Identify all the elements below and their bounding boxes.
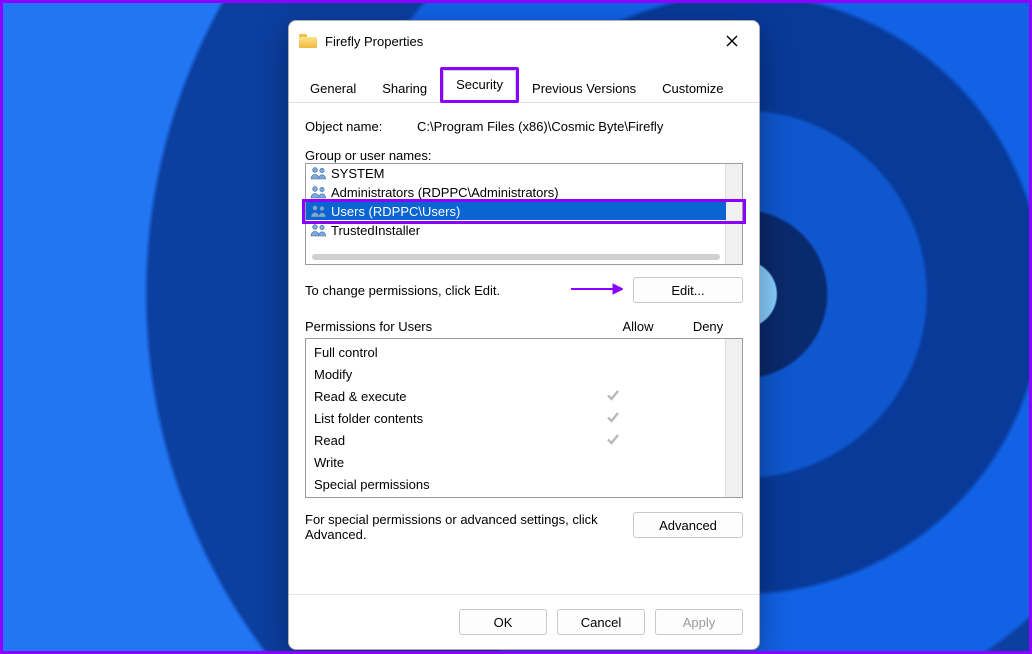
close-button[interactable] [713,26,751,56]
window-title: Firefly Properties [325,34,423,49]
groups-scrollbar[interactable] [725,164,742,264]
permission-row: Read & execute [306,385,726,407]
permissions-scrollbar[interactable] [725,339,742,497]
folder-icon [299,34,317,48]
group-item[interactable]: Users (RDPPC\Users) [306,202,726,220]
group-item-label: SYSTEM [331,166,384,181]
users-icon [310,223,328,237]
permissions-title: Permissions for Users [305,319,603,334]
deny-header: Deny [673,319,743,334]
groups-listbox[interactable]: SYSTEM Administrators (RDPPC\Administrato… [305,163,743,265]
groups-label: Group or user names: [305,148,743,163]
close-icon [726,35,738,47]
permission-name: Full control [314,345,578,360]
permission-name: Special permissions [314,477,578,492]
properties-dialog: Firefly Properties General Sharing Secur… [288,20,760,650]
highlight-security-tab: Security [440,67,519,103]
edit-button[interactable]: Edit... [633,277,743,303]
group-item-label: TrustedInstaller [331,223,420,238]
permissions-listbox[interactable]: Full control Modify Read & execute List fol… [305,338,743,498]
permission-row: Modify [306,363,726,385]
object-name-label: Object name: [305,119,417,134]
permission-name: List folder contents [314,411,578,426]
annotation-arrow-icon [569,282,623,299]
tab-customize[interactable]: Customize [649,74,736,103]
dialog-footer: OK Cancel Apply [289,594,759,649]
permission-name: Modify [314,367,578,382]
users-icon [310,185,328,199]
advanced-hint: For special permissions or advanced sett… [305,512,633,542]
permission-row: Special permissions [306,473,726,495]
titlebar: Firefly Properties [289,21,759,61]
permission-name: Write [314,455,578,470]
permission-allow [578,431,648,450]
checkmark-icon [605,391,621,406]
permissions-header: Permissions for Users Allow Deny [305,319,743,334]
permission-row: Full control [306,341,726,363]
tab-general[interactable]: General [297,74,369,103]
ok-button[interactable]: OK [459,609,547,635]
permission-row: Read [306,429,726,451]
group-item-label: Users (RDPPC\Users) [331,204,460,219]
permission-name: Read [314,433,578,448]
object-name-value: C:\Program Files (x86)\Cosmic Byte\Firef… [417,119,663,134]
checkmark-icon [605,413,621,428]
users-icon [310,166,328,180]
cancel-button[interactable]: Cancel [557,609,645,635]
group-item-label: Administrators (RDPPC\Administrators) [331,185,559,200]
tab-content: Object name: C:\Program Files (x86)\Cosm… [289,103,759,582]
apply-button[interactable]: Apply [655,609,743,635]
permission-row: Write [306,451,726,473]
groups-hscrollbar[interactable] [312,254,720,260]
permission-allow [578,409,648,428]
tab-security[interactable]: Security [443,70,516,100]
permission-allow [578,387,648,406]
users-icon [310,204,328,218]
tab-strip: General Sharing Security Previous Versio… [289,61,759,103]
tab-previous-versions[interactable]: Previous Versions [519,74,649,103]
group-item[interactable]: SYSTEM [306,164,726,182]
group-item[interactable]: TrustedInstaller [306,221,726,239]
permission-name: Read & execute [314,389,578,404]
group-item[interactable]: Administrators (RDPPC\Administrators) [306,183,726,201]
allow-header: Allow [603,319,673,334]
advanced-button[interactable]: Advanced [633,512,743,538]
checkmark-icon [605,435,621,450]
permission-row: List folder contents [306,407,726,429]
edit-hint: To change permissions, click Edit. [305,283,500,298]
tab-sharing[interactable]: Sharing [369,74,440,103]
